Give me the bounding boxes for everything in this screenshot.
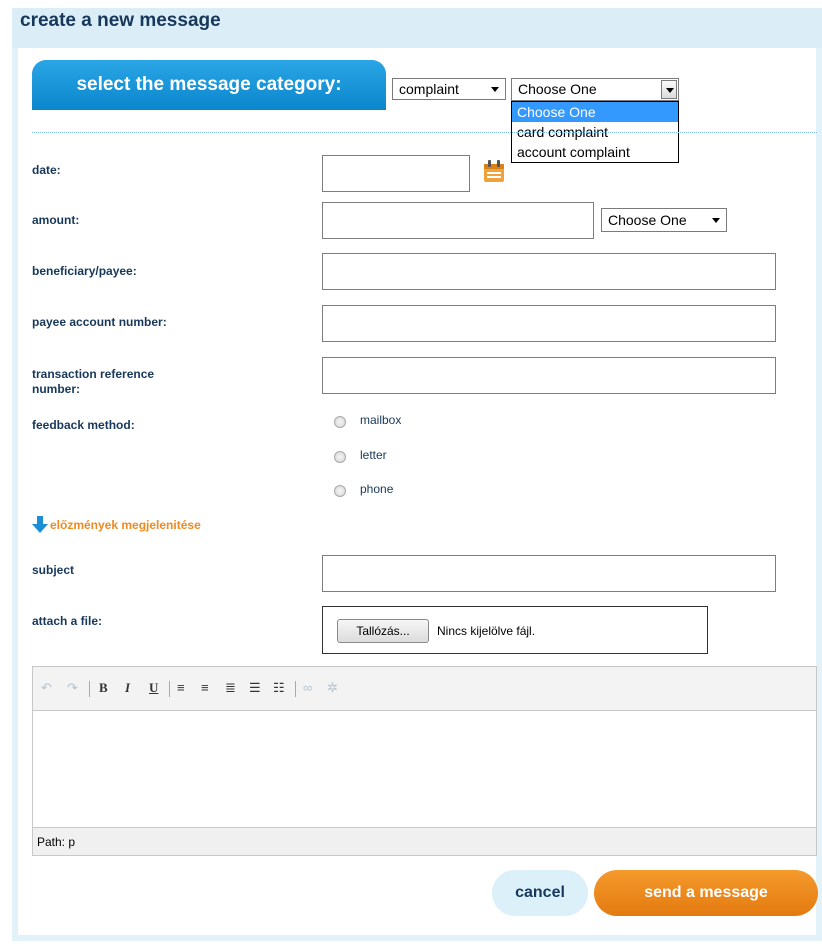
feedback-radio-phone[interactable]	[334, 485, 346, 497]
bullet-list-icon[interactable]: ☰	[249, 680, 261, 696]
subject-label: subject	[32, 563, 75, 577]
show-history-link[interactable]: előzmények megjelenitése	[50, 518, 201, 532]
italic-icon[interactable]: I	[125, 680, 130, 696]
align-left-icon[interactable]: ≡	[177, 680, 185, 695]
transaction-ref-label: transaction reference number:	[32, 367, 154, 397]
toolbar-separator	[169, 681, 170, 697]
undo-icon[interactable]: ↶	[41, 680, 52, 696]
amount-label: amount:	[32, 213, 80, 227]
feedback-method-label: feedback method:	[32, 418, 135, 432]
currency-select[interactable]: Choose One	[601, 208, 727, 232]
bold-icon[interactable]: B	[99, 680, 108, 696]
page-title: create a new message	[20, 10, 221, 31]
payee-account-input[interactable]	[322, 305, 776, 342]
feedback-option-label: mailbox	[360, 413, 402, 427]
browse-button[interactable]: Tallózás...	[337, 619, 429, 643]
category-tab: select the message category:	[32, 60, 386, 110]
subject-input[interactable]	[322, 555, 776, 592]
file-input[interactable]: Tallózás... Nincs kijelölve fájl.	[322, 606, 708, 654]
subcategory-select-value: Choose One	[518, 81, 597, 97]
chevron-down-icon	[666, 88, 674, 93]
unlink-icon[interactable]: ✲	[327, 680, 338, 696]
dropdown-option[interactable]: account complaint	[512, 142, 678, 162]
beneficiary-label: beneficiary/payee:	[32, 264, 137, 278]
feedback-option-label: phone	[360, 482, 394, 496]
numbered-list-icon[interactable]: ☷	[273, 680, 285, 696]
cancel-button[interactable]: cancel	[492, 870, 588, 916]
amount-input[interactable]	[322, 202, 594, 239]
divider	[32, 132, 817, 133]
feedback-option-label: letter	[360, 448, 387, 462]
beneficiary-input[interactable]	[322, 253, 776, 290]
category-select-value: complaint	[399, 81, 459, 97]
align-justify-icon[interactable]: ≣	[225, 680, 236, 696]
editor-path-bar: Path: p	[33, 827, 816, 855]
chevron-down-icon	[712, 218, 720, 223]
chevron-down-icon	[491, 87, 499, 92]
arrow-down-icon[interactable]	[32, 516, 48, 534]
transaction-ref-label-line1: transaction reference	[32, 367, 155, 381]
dropdown-option[interactable]: Choose One	[512, 102, 678, 122]
redo-icon[interactable]: ↷	[67, 680, 78, 696]
attach-file-label: attach a file:	[32, 614, 103, 628]
feedback-radio-mailbox[interactable]	[334, 416, 346, 428]
link-icon[interactable]: ∞	[303, 680, 312, 695]
toolbar-separator	[295, 681, 296, 697]
transaction-ref-label-line2: number:	[32, 382, 80, 396]
currency-select-value: Choose One	[608, 212, 687, 228]
payee-account-label: payee account number:	[32, 315, 167, 329]
subcategory-select[interactable]: Choose One	[511, 78, 679, 101]
date-label: date:	[32, 163, 61, 177]
editor-content-area[interactable]	[33, 711, 816, 829]
dropdown-button[interactable]	[661, 80, 677, 99]
file-status-text: Nincs kijelölve fájl.	[437, 624, 536, 638]
date-input[interactable]	[322, 155, 470, 192]
feedback-radio-letter[interactable]	[334, 451, 346, 463]
rich-text-editor: ↶ ↷ B I U ≡ ≡ ≣ ☰ ☷ ∞ ✲ Path: p	[32, 666, 817, 856]
toolbar-separator	[89, 681, 90, 697]
transaction-ref-input[interactable]	[322, 357, 776, 394]
category-select[interactable]: complaint	[392, 78, 506, 100]
align-center-icon[interactable]: ≡	[201, 680, 209, 695]
editor-toolbar: ↶ ↷ B I U ≡ ≡ ≣ ☰ ☷ ∞ ✲	[33, 667, 816, 711]
underline-icon[interactable]: U	[149, 680, 158, 696]
calendar-icon[interactable]	[483, 159, 505, 183]
send-message-button[interactable]: send a message	[594, 870, 818, 916]
